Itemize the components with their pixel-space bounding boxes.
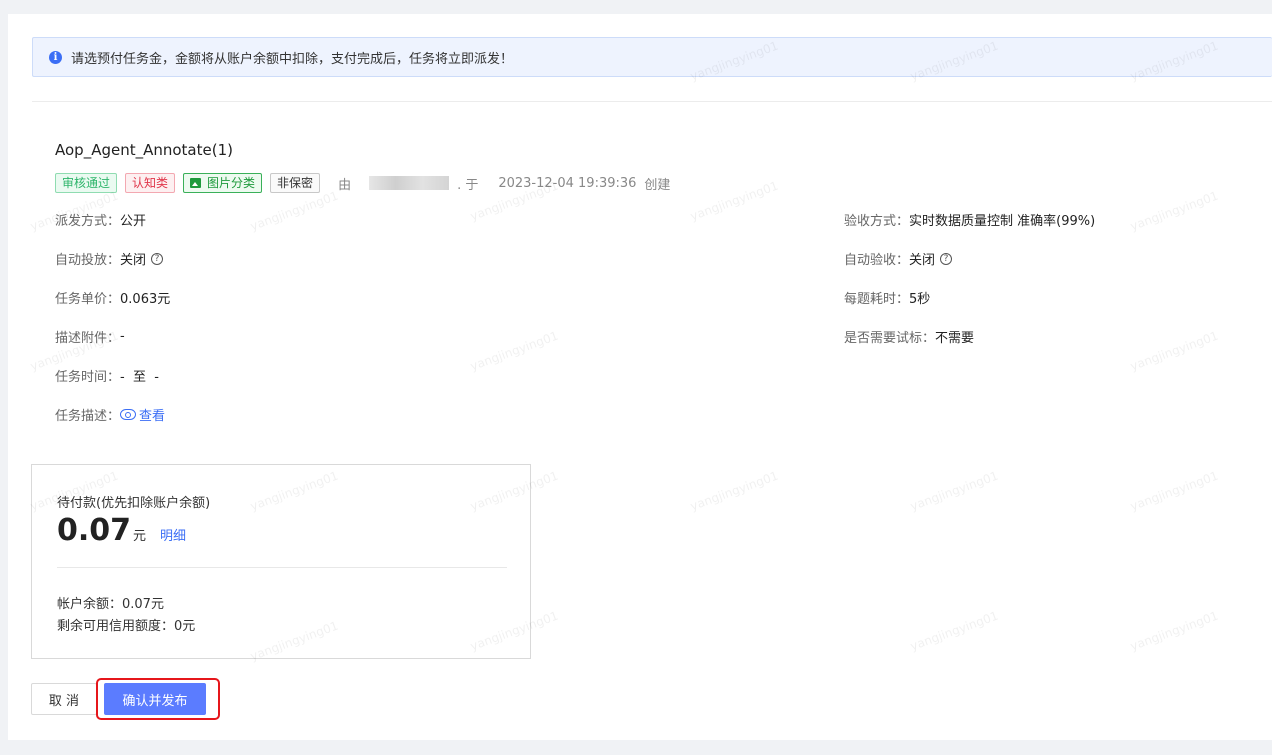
field-label: 描述附件： [55,331,121,346]
field-dispatch: 派发方式： 公开 [55,210,146,229]
watermark: yangjingying01 [1128,188,1221,234]
field-label: 是否需要试标： [844,331,936,346]
watermark: yangjingying01 [468,328,561,374]
eye-icon [120,409,137,420]
payment-panel: 待付款(优先扣除账户余额) 0.07 元 明细 帐户余额：0.07元 剩余可用信… [31,464,531,659]
field-auto-launch: 自动投放： 关闭 ? [55,249,164,268]
field-description: 任务描述： 查看 [55,405,165,424]
confirm-publish-button[interactable]: 确认并发布 [104,683,206,715]
cancel-button[interactable]: 取 消 [31,683,97,715]
view-link-label: 查看 [139,409,166,424]
field-attachment: 描述附件： - [55,327,125,346]
watermark: yangjingying01 [908,468,1001,514]
detail-link[interactable]: 明细 [160,525,186,544]
masked-creator-name [369,176,450,190]
field-value: 实时数据质量控制 准确率(99%) [909,214,1096,229]
field-label: 任务描述： [55,409,121,424]
status-badge: 审核通过 [55,173,118,193]
payment-amount: 0.07 元 明细 [57,513,186,548]
watermark: yangjingying01 [688,178,781,224]
image-icon [190,178,202,188]
field-need-trial: 是否需要试标： 不需要 [844,327,974,346]
payment-label: 待付款(优先扣除账户余额) [57,496,211,511]
field-label: 任务时间： [55,370,121,385]
info-icon: i [49,50,62,64]
amount-unit: 元 [133,529,147,544]
created-suffix: 创建 [644,177,671,193]
field-acceptance: 验收方式： 实时数据质量控制 准确率(99%) [844,210,1095,229]
field-auto-accept: 自动验收： 关闭 ? [844,249,953,268]
field-value: 0.063元 [120,292,171,307]
category-badge: 图片分类 [183,173,263,193]
category-label: 图片分类 [207,176,256,190]
field-value: - [120,329,125,344]
creator-suffix: . 于 [457,177,479,193]
field-value: 关闭 [120,253,147,268]
task-title: Aop_Agent_Annotate(1) [55,141,233,159]
watermark: yangjingying01 [688,468,781,514]
created-time: 2023-12-04 19:39:36 [498,175,637,191]
field-value: - 至 - [120,370,159,385]
field-value: 关闭 [909,253,936,268]
creator-info: 由 . 于 2023-12-04 19:39:36 创建 [338,174,670,193]
remaining-credit: 剩余可用信用额度：0元 [57,619,196,634]
field-task-time: 任务时间： - 至 - [55,366,159,385]
type-badge: 认知类 [125,173,176,193]
field-label: 每题耗时： [844,292,910,307]
privacy-badge: 非保密 [270,173,321,193]
watermark: yangjingying01 [908,608,1001,654]
field-label: 自动验收： [844,253,910,268]
account-balance: 帐户余额：0.07元 [57,597,164,612]
field-label: 任务单价： [55,292,121,307]
field-value: 5秒 [909,292,931,307]
creator-prefix: 由 [338,177,352,193]
info-alert: i 请选预付任务金，金额将从账户余额中扣除，支付完成后，任务将立即派发！ [32,37,1272,77]
watermark: yangjingying01 [1128,468,1221,514]
field-label: 自动投放： [55,253,121,268]
field-value: 公开 [120,214,147,229]
alert-text: 请选预付任务金，金额将从账户余额中扣除，支付完成后，任务将立即派发！ [71,51,514,67]
field-label: 验收方式： [844,214,910,229]
amount-value: 0.07 [57,513,132,548]
question-icon[interactable]: ? [940,252,953,265]
watermark: yangjingying01 [248,188,341,234]
watermark: yangjingying01 [1128,328,1221,374]
question-icon[interactable]: ? [151,252,164,265]
watermark: yangjingying01 [1128,608,1221,654]
task-publish-card: i 请选预付任务金，金额将从账户余额中扣除，支付完成后，任务将立即派发！ Aop… [8,14,1272,740]
field-unit-price: 任务单价： 0.063元 [55,288,170,307]
view-description-link[interactable]: 查看 [120,405,165,424]
task-tags: 审核通过 认知类 图片分类 非保密 由 . 于 2023-12-04 19:39… [55,172,670,194]
divider [57,567,507,568]
divider [32,101,1272,102]
field-value: 不需要 [935,331,975,346]
field-per-item-time: 每题耗时： 5秒 [844,288,930,307]
field-label: 派发方式： [55,214,121,229]
